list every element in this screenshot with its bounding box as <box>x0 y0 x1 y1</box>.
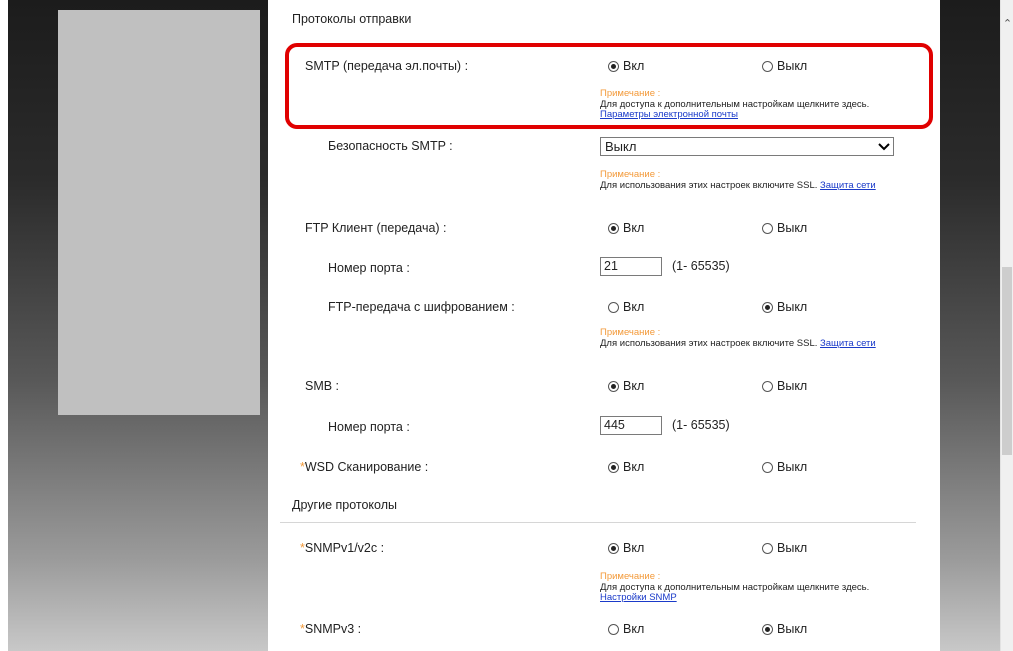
wsd-scan-on-label: Вкл <box>623 460 645 474</box>
smb-port-input[interactable]: 445 <box>600 416 662 435</box>
wsd-scan-off-label: Выкл <box>777 460 808 474</box>
radio-unchecked-icon[interactable] <box>762 222 773 234</box>
scroll-thumb[interactable] <box>1002 267 1012 455</box>
vertical-scrollbar[interactable]: ⌃ <box>1000 0 1013 651</box>
left-sidebar-box <box>58 10 260 415</box>
ftp-encrypted-note-text: Для использования этих настроек включите… <box>600 337 818 349</box>
snmpv1-label-text: SNMPv1/v2c : <box>304 541 385 555</box>
ftp-encrypted-off-radio[interactable]: Выкл <box>762 300 807 314</box>
snmpv1-on-label: Вкл <box>623 541 645 555</box>
smtp-highlight-frame <box>285 43 933 129</box>
radio-checked-icon[interactable] <box>762 301 773 313</box>
smtp-security-note: Примечание : Для использования этих наст… <box>600 169 910 191</box>
ftp-port-range: (1- 65535) <box>672 259 730 273</box>
radio-checked-icon[interactable] <box>608 542 619 554</box>
radio-checked-icon[interactable] <box>762 623 773 635</box>
wsd-scan-label-text: WSD Сканирование : <box>304 460 429 474</box>
ftp-encrypted-on-radio[interactable]: Вкл <box>608 300 644 314</box>
network-security-link[interactable]: Защита сети <box>820 180 876 191</box>
snmpv1-note-text: Для доступа к дополнительным настройкам … <box>600 581 870 593</box>
left-background-panel <box>8 0 268 651</box>
ftp-port-label: Номер порта : <box>328 261 410 275</box>
ftp-encrypted-on-label: Вкл <box>623 300 645 314</box>
snmpv1-label: *SNMPv1/v2c : <box>300 541 384 555</box>
radio-unchecked-icon[interactable] <box>762 461 773 473</box>
radio-unchecked-icon[interactable] <box>608 301 619 313</box>
wsd-scan-label: *WSD Сканирование : <box>300 460 428 474</box>
section-title-send-protocols: Протоколы отправки <box>292 12 412 26</box>
smb-on-radio[interactable]: Вкл <box>608 379 644 393</box>
wsd-scan-on-radio[interactable]: Вкл <box>608 460 644 474</box>
snmpv3-label-text: SNMPv3 : <box>304 622 362 636</box>
radio-unchecked-icon[interactable] <box>762 542 773 554</box>
smtp-security-value: Выкл <box>605 139 637 154</box>
scroll-up-arrow-icon[interactable]: ⌃ <box>1002 18 1013 30</box>
ftp-port-input[interactable]: 21 <box>600 257 662 276</box>
ftp-client-label: FTP Клиент (передача) : <box>305 221 447 235</box>
snmpv1-note: Примечание : Для доступа к дополнительны… <box>600 571 910 604</box>
snmpv3-label: *SNMPv3 : <box>300 622 361 636</box>
ftp-client-on-label: Вкл <box>623 221 645 235</box>
right-background-panel <box>940 0 1000 651</box>
radio-checked-icon[interactable] <box>608 222 619 234</box>
ftp-encrypted-note: Примечание : Для использования этих наст… <box>600 327 910 349</box>
snmpv3-off-radio[interactable]: Выкл <box>762 622 807 636</box>
network-security-link[interactable]: Защита сети <box>820 338 876 349</box>
section-divider <box>280 522 916 523</box>
radio-checked-icon[interactable] <box>608 461 619 473</box>
snmpv3-on-label: Вкл <box>623 622 645 636</box>
ftp-encrypted-off-label: Выкл <box>777 300 808 314</box>
snmpv3-off-label: Выкл <box>777 622 808 636</box>
smb-off-label: Выкл <box>777 379 808 393</box>
smb-port-range: (1- 65535) <box>672 418 730 432</box>
radio-unchecked-icon[interactable] <box>608 623 619 635</box>
smb-on-label: Вкл <box>623 379 645 393</box>
smb-label: SMB : <box>305 379 340 393</box>
smtp-security-select[interactable]: Выкл <box>600 137 894 156</box>
snmp-settings-link[interactable]: Настройки SNMP <box>600 592 677 603</box>
ftp-client-on-radio[interactable]: Вкл <box>608 221 644 235</box>
ftp-encrypted-label: FTP-передача с шифрованием : <box>328 300 515 314</box>
radio-unchecked-icon[interactable] <box>762 380 773 392</box>
snmpv3-on-radio[interactable]: Вкл <box>608 622 644 636</box>
smb-off-radio[interactable]: Выкл <box>762 379 807 393</box>
ftp-client-off-radio[interactable]: Выкл <box>762 221 807 235</box>
radio-checked-icon[interactable] <box>608 380 619 392</box>
snmpv1-on-radio[interactable]: Вкл <box>608 541 644 555</box>
wsd-scan-off-radio[interactable]: Выкл <box>762 460 807 474</box>
smb-port-label: Номер порта : <box>328 420 410 434</box>
chevron-down-icon[interactable] <box>875 138 893 155</box>
snmpv1-off-radio[interactable]: Выкл <box>762 541 807 555</box>
ftp-client-off-label: Выкл <box>777 221 808 235</box>
section-title-other-protocols: Другие протоколы <box>292 498 397 512</box>
smtp-security-label: Безопасность SMTP : <box>328 139 453 153</box>
snmpv1-off-label: Выкл <box>777 541 808 555</box>
smtp-security-note-text: Для использования этих настроек включите… <box>600 179 818 191</box>
